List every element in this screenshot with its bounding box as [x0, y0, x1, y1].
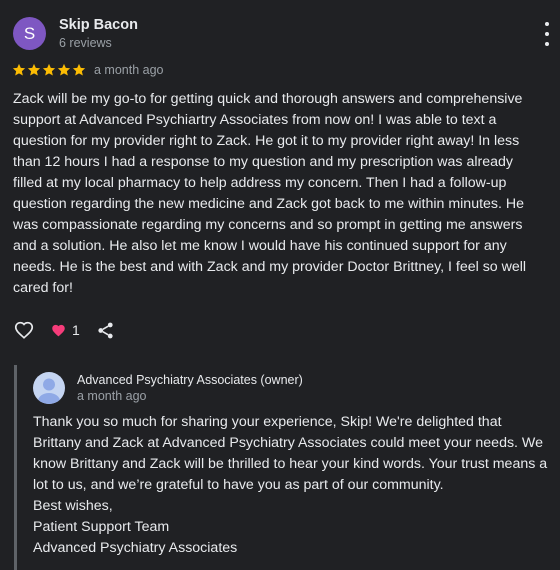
owner-avatar[interactable] — [33, 372, 65, 404]
reply-organization: Advanced Psychiatry Associates — [33, 540, 238, 556]
star-icon — [27, 63, 41, 76]
reviewer-review-count: 6 reviews — [59, 36, 112, 50]
star-icon — [12, 63, 26, 76]
rating-row: a month ago — [12, 61, 164, 79]
reply-team: Patient Support Team — [33, 519, 170, 535]
owner-reply: Advanced Psychiatry Associates (owner) a… — [14, 365, 560, 570]
star-icon — [42, 63, 56, 76]
owner-reply-text: Thank you so much for sharing your exper… — [33, 412, 553, 559]
more-vert-icon — [545, 22, 549, 26]
more-options-button[interactable] — [540, 22, 554, 46]
review-date: a month ago — [94, 63, 164, 77]
star-icon — [72, 63, 86, 76]
review-header: S Skip Bacon 6 reviews — [13, 16, 560, 52]
review-actions: 1 — [13, 318, 115, 342]
reply-paragraph: Thank you so much for sharing your exper… — [33, 414, 548, 493]
reviewer-avatar[interactable]: S — [13, 17, 46, 50]
heart-filled-icon — [52, 324, 65, 336]
reaction-count: 1 — [72, 322, 80, 338]
reviewer-name[interactable]: Skip Bacon — [59, 17, 138, 33]
star-rating — [12, 63, 86, 77]
review-text: Zack will be my go-to for getting quick … — [13, 91, 527, 296]
default-avatar-icon — [38, 378, 60, 404]
reply-signoff: Best wishes, — [33, 498, 113, 514]
heart-outline-icon[interactable] — [13, 319, 35, 341]
owner-reply-date: a month ago — [77, 389, 147, 403]
star-icon — [57, 63, 71, 76]
reaction-button[interactable]: 1 — [51, 322, 80, 338]
owner-name: Advanced Psychiatry Associates (owner) — [77, 373, 303, 387]
share-icon[interactable] — [96, 321, 115, 340]
